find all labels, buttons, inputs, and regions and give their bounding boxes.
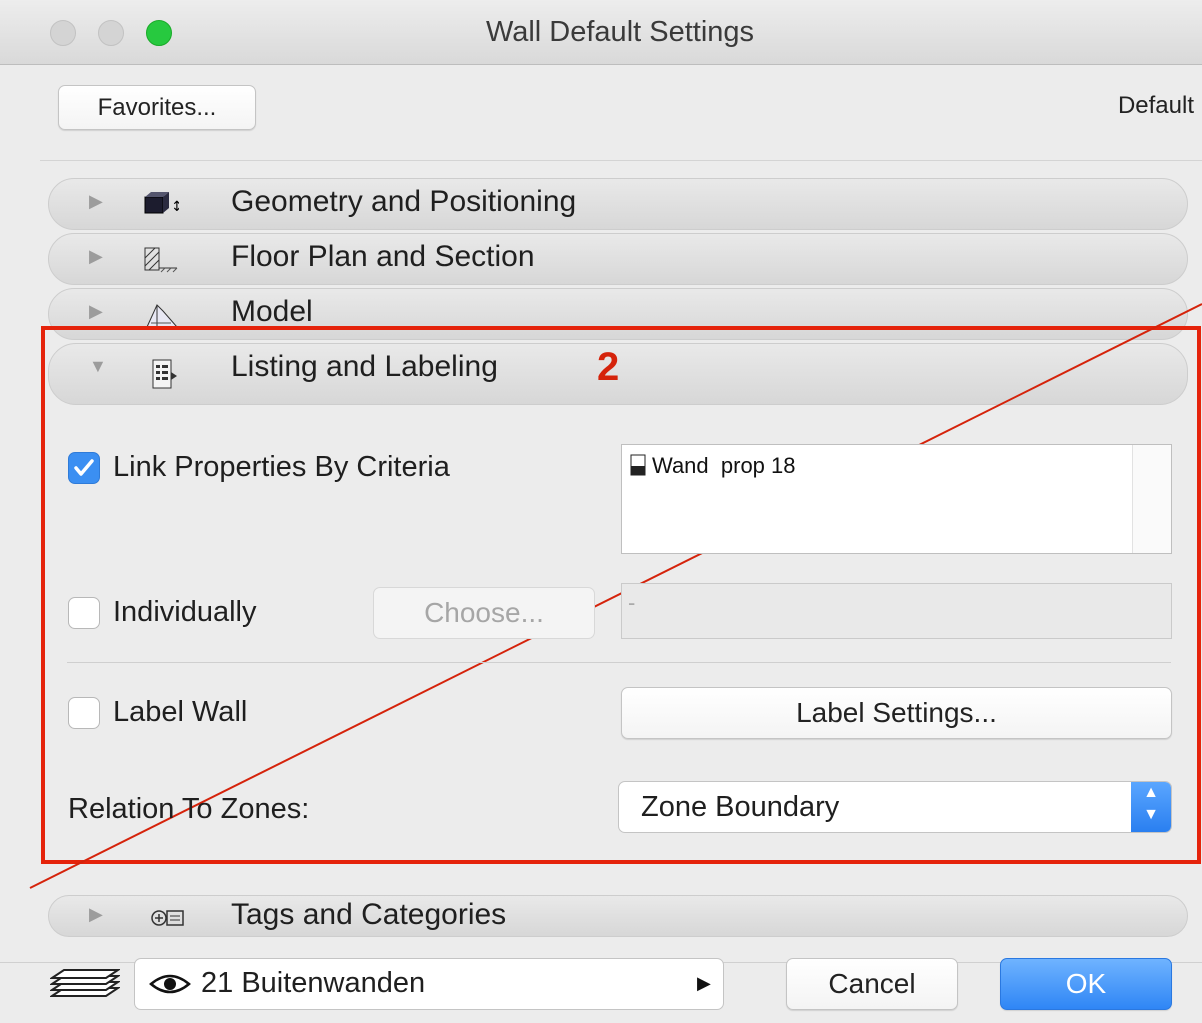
panel-floor-plan-and-section[interactable]: ▶ Floor Plan and Section — [48, 233, 1188, 285]
favorites-button[interactable]: Favorites... — [58, 85, 256, 130]
panel-geometry-and-positioning[interactable]: ▶ ↕ Geometry and Positioning — [48, 178, 1188, 230]
default-label: Default — [1117, 92, 1194, 119]
panel-title: Tags and Categories — [231, 898, 507, 931]
window-title: Wall Default Settings — [485, 16, 755, 48]
relation-to-zones-label: Relation To Zones: — [68, 793, 310, 825]
layer-popup[interactable]: 21 Buitenwanden ▶ — [134, 958, 724, 1010]
expand-triangle-icon: ▶ — [89, 301, 103, 321]
expand-triangle-icon: ▶ — [89, 191, 103, 211]
geometry-icon: ↕ — [144, 192, 179, 215]
relation-to-zones-select[interactable]: Zone Boundary ▲ ▼ — [618, 781, 1172, 833]
individually-checkbox[interactable] — [68, 597, 100, 629]
panel-title: Geometry and Positioning — [231, 185, 577, 218]
choose-button[interactable]: Choose... — [373, 587, 595, 639]
document-icon — [630, 454, 646, 476]
expand-triangle-icon: ▶ — [89, 246, 103, 266]
model-icon — [146, 304, 179, 328]
link-properties-checkbox[interactable] — [68, 452, 100, 484]
panel-title: Floor Plan and Section — [231, 240, 535, 273]
hatch-icon — [144, 247, 178, 273]
svg-text:↕: ↕ — [171, 199, 179, 215]
annotation-number: 2 — [597, 345, 620, 389]
tags-icon — [151, 910, 184, 926]
ok-button[interactable]: OK — [1000, 958, 1172, 1010]
title-bar: Wall Default Settings — [0, 0, 1202, 65]
link-properties-label: Link Properties By Criteria — [113, 451, 450, 483]
individually-label: Individually — [113, 596, 257, 628]
layer-name: 21 Buitenwanden — [201, 967, 426, 999]
expand-triangle-icon: ▶ — [89, 904, 103, 924]
divider — [67, 662, 1171, 663]
properties-list[interactable]: Wand prop 18 — [621, 444, 1172, 554]
updown-chevron-icon: ▲ ▼ — [1131, 782, 1171, 832]
layers-icon — [50, 969, 120, 997]
relation-to-zones-value: Zone Boundary — [641, 791, 840, 823]
individual-property-field[interactable]: - — [621, 583, 1172, 639]
list-item[interactable]: Wand prop 18 — [630, 453, 796, 479]
panel-title: Model — [231, 295, 313, 328]
label-wall-label: Label Wall — [113, 696, 248, 728]
checkmark-icon — [74, 459, 94, 476]
eye-icon — [149, 974, 191, 994]
list-item-label: Wand prop 18 — [652, 453, 796, 478]
popup-arrow-icon: ▶ — [697, 973, 711, 993]
cancel-button[interactable]: Cancel — [786, 958, 958, 1010]
panel-tags-and-categories[interactable]: ▶ Tags and Categories — [48, 895, 1188, 937]
label-settings-button[interactable]: Label Settings... — [621, 687, 1172, 739]
list-scrollbar[interactable] — [1132, 445, 1171, 553]
label-wall-checkbox[interactable] — [68, 697, 100, 729]
divider — [40, 160, 1202, 161]
